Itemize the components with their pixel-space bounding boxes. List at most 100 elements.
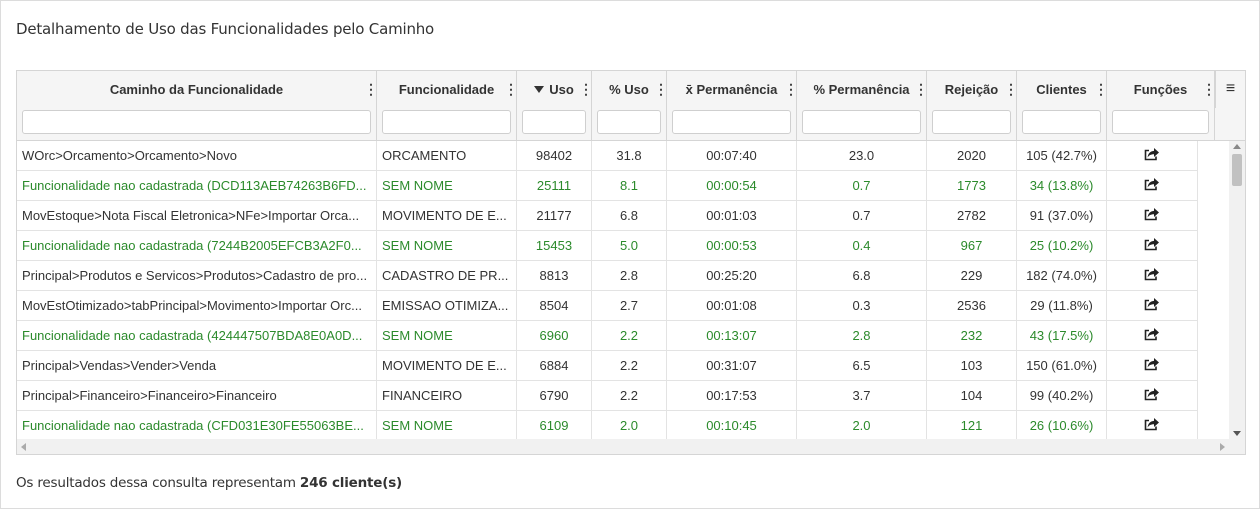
column-header-label: x̄ Permanência: [667, 82, 796, 97]
column-header-pctperm[interactable]: % Permanência ⋮: [797, 71, 928, 140]
column-header-label: % Permanência: [797, 82, 926, 97]
cell-func: ORCAMENTO: [377, 141, 517, 171]
column-menu-icon[interactable]: ⋮: [579, 82, 593, 96]
cell-fn: [1107, 321, 1198, 351]
data-grid: Caminho da Funcionalidade ⋮ Funcionalidade…: [16, 70, 1246, 455]
column-header-cli[interactable]: Clientes ⋮: [1017, 71, 1108, 140]
cell-pctuso: 2.7: [592, 291, 667, 321]
grid-body: WOrc>Orcamento>Orcamento>Novo ORCAMENTO 98…: [17, 141, 1229, 439]
column-header-text: Clientes: [1036, 82, 1087, 97]
share-icon[interactable]: [1144, 352, 1160, 381]
cell-cli: 34 (13.8%): [1017, 171, 1107, 201]
cell-perm: 00:00:54: [667, 171, 797, 201]
filter-input-cli[interactable]: [1022, 110, 1101, 134]
cell-caminho: Principal>Vendas>Vender>Venda: [17, 351, 377, 381]
cell-cli: 26 (10.6%): [1017, 411, 1107, 439]
table-row[interactable]: Funcionalidade nao cadastrada (424447507…: [17, 321, 1198, 351]
table-row[interactable]: Funcionalidade nao cadastrada (CFD031E30…: [17, 411, 1198, 439]
grid-menu-icon[interactable]: ≡: [1215, 71, 1245, 108]
scroll-right-arrow-icon[interactable]: [1220, 443, 1225, 451]
table-row[interactable]: Principal>Produtos e Servicos>Produtos>C…: [17, 261, 1198, 291]
column-menu-icon[interactable]: ⋮: [1094, 82, 1108, 96]
column-menu-icon[interactable]: ⋮: [364, 82, 378, 96]
cell-cli: 99 (40.2%): [1017, 381, 1107, 411]
cell-rej: 2020: [927, 141, 1017, 171]
horizontal-scrollbar[interactable]: [17, 439, 1229, 454]
cell-fn: [1107, 231, 1198, 261]
column-header-text: Uso: [549, 82, 574, 97]
cell-uso: 8813: [517, 261, 592, 291]
cell-rej: 232: [927, 321, 1017, 351]
table-row[interactable]: Funcionalidade nao cadastrada (DCD113AEB…: [17, 171, 1198, 201]
table-row[interactable]: Funcionalidade nao cadastrada (7244B2005…: [17, 231, 1198, 261]
scroll-down-arrow-icon[interactable]: [1233, 431, 1241, 436]
cell-uso: 6790: [517, 381, 592, 411]
share-icon[interactable]: [1144, 142, 1160, 171]
scroll-up-arrow-icon[interactable]: [1233, 144, 1241, 149]
scroll-left-arrow-icon[interactable]: [21, 443, 26, 451]
share-icon[interactable]: [1144, 202, 1160, 231]
share-icon[interactable]: [1144, 382, 1160, 411]
column-header-text: % Uso: [609, 82, 649, 97]
cell-pctperm: 23.0: [797, 141, 927, 171]
column-menu-icon[interactable]: ⋮: [914, 82, 928, 96]
column-header-uso[interactable]: Uso ⋮: [517, 71, 593, 140]
cell-func: SEM NOME: [377, 411, 517, 439]
column-menu-icon[interactable]: ⋮: [1202, 82, 1216, 96]
table-row[interactable]: Principal>Financeiro>Financeiro>Financei…: [17, 381, 1198, 411]
filter-input-caminho[interactable]: [22, 110, 371, 134]
column-header-text: x̄ Permanência: [685, 82, 778, 97]
cell-uso: 6884: [517, 351, 592, 381]
column-header-pctuso[interactable]: % Uso ⋮: [592, 71, 668, 140]
column-header-func[interactable]: Funcionalidade ⋮: [377, 71, 518, 140]
table-row[interactable]: MovEstOtimizado>tabPrincipal>Movimento>I…: [17, 291, 1198, 321]
share-icon[interactable]: [1144, 172, 1160, 201]
share-icon[interactable]: [1144, 292, 1160, 321]
cell-caminho: Principal>Financeiro>Financeiro>Financei…: [17, 381, 377, 411]
cell-pctuso: 2.8: [592, 261, 667, 291]
share-icon[interactable]: [1144, 412, 1160, 439]
column-menu-icon[interactable]: ⋮: [784, 82, 798, 96]
results-summary-text: Os resultados dessa consulta representam: [16, 475, 296, 491]
cell-func: FINANCEIRO: [377, 381, 517, 411]
column-menu-icon[interactable]: ⋮: [1004, 82, 1018, 96]
cell-fn: [1107, 171, 1198, 201]
cell-cli: 25 (10.2%): [1017, 231, 1107, 261]
cell-pctperm: 0.7: [797, 201, 927, 231]
share-icon[interactable]: [1144, 262, 1160, 291]
cell-cli: 91 (37.0%): [1017, 201, 1107, 231]
filter-input-rej[interactable]: [932, 110, 1011, 134]
vertical-scrollbar[interactable]: [1229, 141, 1245, 439]
scroll-thumb[interactable]: [1232, 154, 1242, 186]
cell-caminho: MovEstOtimizado>tabPrincipal>Movimento>I…: [17, 291, 377, 321]
column-header-rej[interactable]: Rejeição ⋮: [927, 71, 1018, 140]
filter-input-pctperm[interactable]: [802, 110, 921, 134]
table-row[interactable]: MovEstoque>Nota Fiscal Eletronica>NFe>Im…: [17, 201, 1198, 231]
table-row[interactable]: WOrc>Orcamento>Orcamento>Novo ORCAMENTO 98…: [17, 141, 1198, 171]
cell-fn: [1107, 291, 1198, 321]
cell-uso: 98402: [517, 141, 592, 171]
page-title: Detalhamento de Uso das Funcionalidades …: [16, 20, 435, 38]
share-icon[interactable]: [1144, 232, 1160, 261]
column-header-label: Rejeição: [927, 82, 1016, 97]
cell-pctuso: 2.2: [592, 381, 667, 411]
filter-input-func[interactable]: [382, 110, 511, 134]
filter-input-uso[interactable]: [522, 110, 586, 134]
cell-caminho: WOrc>Orcamento>Orcamento>Novo: [17, 141, 377, 171]
share-icon[interactable]: [1144, 322, 1160, 351]
cell-uso: 15453: [517, 231, 592, 261]
cell-pctuso: 31.8: [592, 141, 667, 171]
cell-perm: 00:07:40: [667, 141, 797, 171]
column-header-perm[interactable]: x̄ Permanência ⋮: [667, 71, 798, 140]
filter-input-fn[interactable]: [1112, 110, 1209, 134]
column-menu-icon[interactable]: ⋮: [504, 82, 518, 96]
table-row[interactable]: Principal>Vendas>Vender>Venda MOVIMENTO D…: [17, 351, 1198, 381]
filter-input-perm[interactable]: [672, 110, 791, 134]
column-header-caminho[interactable]: Caminho da Funcionalidade ⋮: [17, 71, 378, 140]
cell-rej: 103: [927, 351, 1017, 381]
column-menu-icon[interactable]: ⋮: [654, 82, 668, 96]
cell-func: SEM NOME: [377, 321, 517, 351]
cell-perm: 00:00:53: [667, 231, 797, 261]
column-header-fn[interactable]: Funções ⋮: [1107, 71, 1216, 140]
filter-input-pctuso[interactable]: [597, 110, 661, 134]
